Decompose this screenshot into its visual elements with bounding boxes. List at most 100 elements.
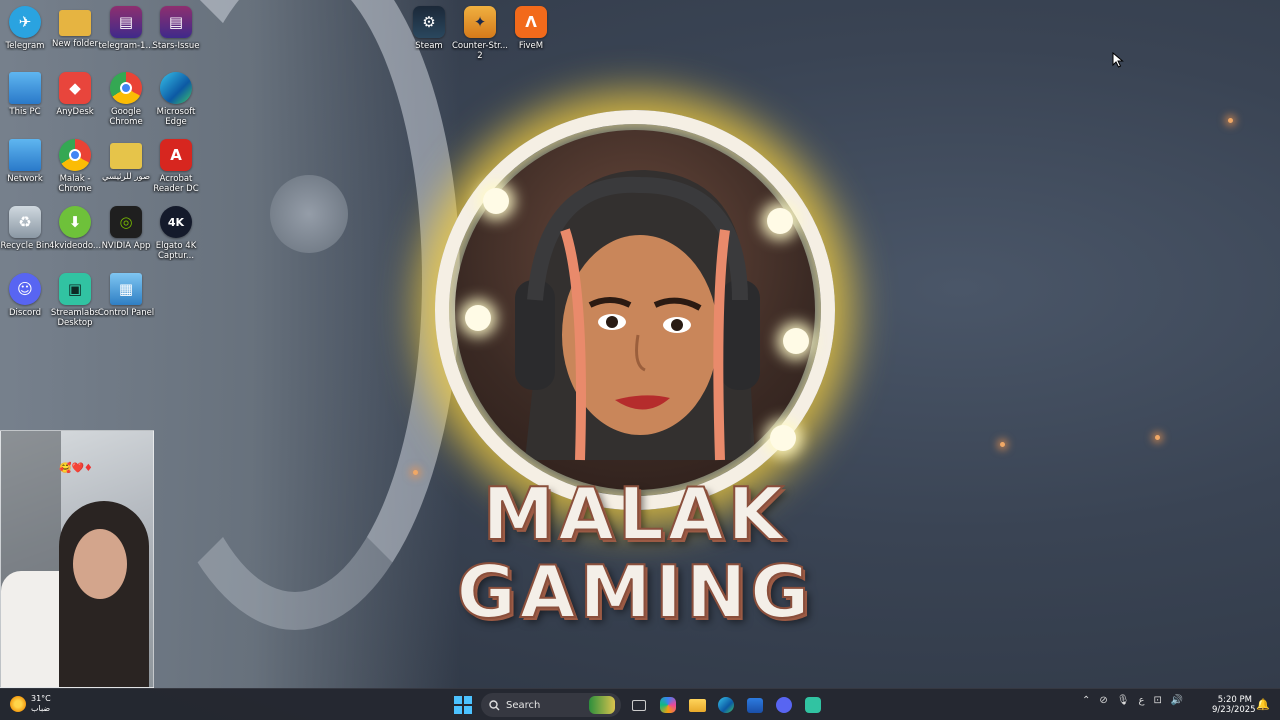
volume-icon[interactable]: 🔊 <box>1171 695 1183 706</box>
taskbar-store[interactable] <box>744 694 766 716</box>
spark <box>1000 442 1005 447</box>
show-hidden-icons-chevron-icon[interactable]: ⌃ <box>1082 695 1090 706</box>
desktop-icon-telegram-archive[interactable]: ▤ telegram-1... <box>98 6 154 51</box>
edge-icon <box>718 697 734 713</box>
desktop-icon-elgato-4k-capture[interactable]: 4K Elgato 4K Captur... <box>151 206 201 261</box>
discord-icon <box>776 697 792 713</box>
desktop-icon-4kvideodownloader[interactable]: ⬇ 4kvideodo... <box>49 206 101 251</box>
notification-bell-icon[interactable]: 🔔 <box>1256 698 1270 711</box>
desktop-icon-label: Microsoft Edge <box>156 107 196 127</box>
taskbar-apps: Search <box>452 693 824 717</box>
desktop-icon-stars-issue[interactable]: ▤ Stars-Issue <box>151 6 201 51</box>
desktop-icon-steam[interactable]: ⚙ Steam <box>404 6 454 51</box>
desktop-icon-malak-chrome[interactable]: Malak - Chrome <box>50 139 100 194</box>
brand-text-gaming: GAMING <box>456 549 814 635</box>
system-tray: ⌃ ⊘ 🎙 ع ⊡ 🔊 <box>1082 695 1183 706</box>
task-view-icon <box>632 699 646 711</box>
desktop-icon-counter-strike-2[interactable]: ✦ Counter-Str... 2 <box>452 6 508 61</box>
desktop-icon-recycle-bin[interactable]: ♻ Recycle Bin <box>0 206 50 251</box>
light-bulb <box>483 188 509 214</box>
spark <box>1228 118 1233 123</box>
fivem-icon: Λ <box>515 6 547 38</box>
desktop-icon-acrobat-reader[interactable]: A Acrobat Reader DC <box>151 139 201 194</box>
desktop-icon-google-chrome[interactable]: Google Chrome <box>101 72 151 127</box>
edge-icon <box>160 72 192 104</box>
elgato-icon: 4K <box>160 206 192 238</box>
taskbar-task-view[interactable] <box>628 694 650 716</box>
nvidia-icon: ◎ <box>110 206 142 238</box>
search-highlight-image <box>589 696 615 714</box>
network-status-icon[interactable]: ⊘ <box>1099 695 1107 706</box>
folder-icon <box>110 143 142 169</box>
streamlabs-icon <box>805 697 821 713</box>
desktop-icon-label: Streamlabs Desktop <box>50 308 100 328</box>
desktop-icon-label: FiveM <box>518 41 544 51</box>
counter-strike-icon: ✦ <box>464 6 496 38</box>
acrobat-icon: A <box>160 139 192 171</box>
start-button[interactable] <box>452 694 474 716</box>
windows-logo-icon <box>454 696 472 714</box>
light-bulb <box>770 425 796 451</box>
weather-description: ضباب <box>31 704 51 713</box>
taskbar-copilot[interactable] <box>657 694 679 716</box>
webcam-person-face <box>73 529 127 599</box>
light-bulb <box>767 208 793 234</box>
weather-sun-icon <box>10 696 26 712</box>
desktop-icon-this-pc[interactable]: This PC <box>0 72 50 117</box>
desktop-icon-label: 4kvideodo... <box>48 241 102 251</box>
taskbar: 31°C ضباب Search ⌃ ⊘ 🎙 ع ⊡ 🔊 5:20 PM 9/2… <box>0 688 1280 720</box>
chrome-icon <box>110 72 142 104</box>
monitor-icon <box>9 72 41 104</box>
malak-gaming-logo: MALAK GAMING <box>425 110 845 650</box>
spark <box>1155 435 1160 440</box>
desktop-icon-label: Malak - Chrome <box>58 174 92 194</box>
network-icon <box>9 139 41 171</box>
wallpaper-orb <box>270 175 348 253</box>
light-bulb <box>783 328 809 354</box>
taskbar-search-box[interactable]: Search <box>481 693 621 717</box>
taskbar-streamlabs[interactable] <box>802 694 824 716</box>
folder-icon <box>59 10 91 36</box>
search-label: Search <box>506 699 541 711</box>
taskbar-discord[interactable] <box>773 694 795 716</box>
desktop-icon-fivem[interactable]: Λ FiveM <box>506 6 556 51</box>
winrar-archive-icon: ▤ <box>160 6 192 38</box>
microphone-icon[interactable]: 🎙 <box>1117 695 1130 706</box>
desktop-icon-photos-folder[interactable]: صور للرئيسي <box>101 139 151 182</box>
desktop-icon-label: Acrobat Reader DC <box>153 174 199 194</box>
anydesk-icon: ◆ <box>59 72 91 104</box>
desktop-icon-label: New folder <box>52 39 98 49</box>
video-downloader-icon: ⬇ <box>59 206 91 238</box>
desktop-icon-label: Steam <box>415 41 443 51</box>
desktop-icon-label: Stars-Issue <box>152 41 200 51</box>
webcam-overlay: 🥰❤️♦ <box>0 430 154 688</box>
search-icon <box>489 699 500 710</box>
desktop-icon-network[interactable]: Network <box>0 139 50 184</box>
desktop-icon-nvidia-app[interactable]: ◎ NVIDIA App <box>101 206 151 251</box>
desktop-icon-microsoft-edge[interactable]: Microsoft Edge <box>151 72 201 127</box>
desktop-icon-streamlabs[interactable]: ▣ Streamlabs Desktop <box>50 273 100 328</box>
desktop-icon-discord[interactable]: ☺ Discord <box>0 273 50 318</box>
taskbar-clock[interactable]: 5:20 PM 9/23/2025 <box>1212 695 1256 715</box>
streamlabs-icon: ▣ <box>59 273 91 305</box>
desktop-icon-telegram[interactable]: ✈ Telegram <box>0 6 50 51</box>
desktop-icon-new-folder[interactable]: New folder <box>50 6 100 49</box>
steam-icon: ⚙ <box>413 6 445 38</box>
recycle-bin-icon: ♻ <box>9 206 41 238</box>
weather-temperature: 31°C <box>31 694 51 703</box>
desktop-icon-label: Control Panel <box>97 308 155 318</box>
taskbar-file-explorer[interactable] <box>686 694 708 716</box>
taskbar-edge[interactable] <box>715 694 737 716</box>
mouse-cursor-icon <box>1112 52 1124 68</box>
discord-icon: ☺ <box>9 273 41 305</box>
light-bulb <box>465 305 491 331</box>
webcam-car-seat <box>1 431 61 591</box>
desktop-icon-anydesk[interactable]: ◆ AnyDesk <box>50 72 100 117</box>
wifi-icon[interactable]: ⊡ <box>1153 695 1161 706</box>
chrome-icon <box>59 139 91 171</box>
weather-widget[interactable]: 31°C ضباب <box>10 694 51 714</box>
desktop-icon-control-panel[interactable]: ▦ Control Panel <box>98 273 154 318</box>
control-panel-icon: ▦ <box>110 273 142 305</box>
input-language-indicator[interactable]: ع <box>1138 695 1144 706</box>
brand-text-malak: MALAK <box>482 471 788 557</box>
